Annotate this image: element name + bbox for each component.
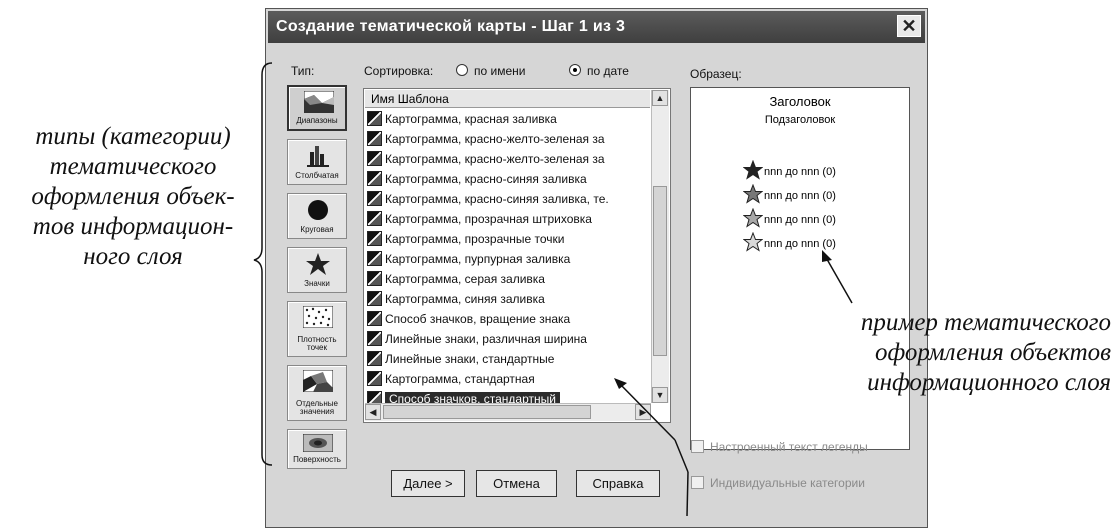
arrow-line: [686, 471, 689, 516]
arrow-line: [823, 253, 853, 304]
annotation-arrows: [253, 62, 853, 516]
sample-annotation: пример тематического оформления объектов…: [785, 308, 1111, 398]
bracket-line: [253, 62, 273, 466]
arrow-line: [674, 439, 689, 473]
arrow-head: [822, 250, 832, 262]
arrow-head: [614, 378, 627, 389]
arrow-line: [617, 381, 676, 441]
annotation-line: пример тематического: [860, 309, 1111, 336]
annotation-line: оформления объектов: [875, 339, 1111, 366]
annotation-line: информационного слоя: [867, 369, 1111, 396]
